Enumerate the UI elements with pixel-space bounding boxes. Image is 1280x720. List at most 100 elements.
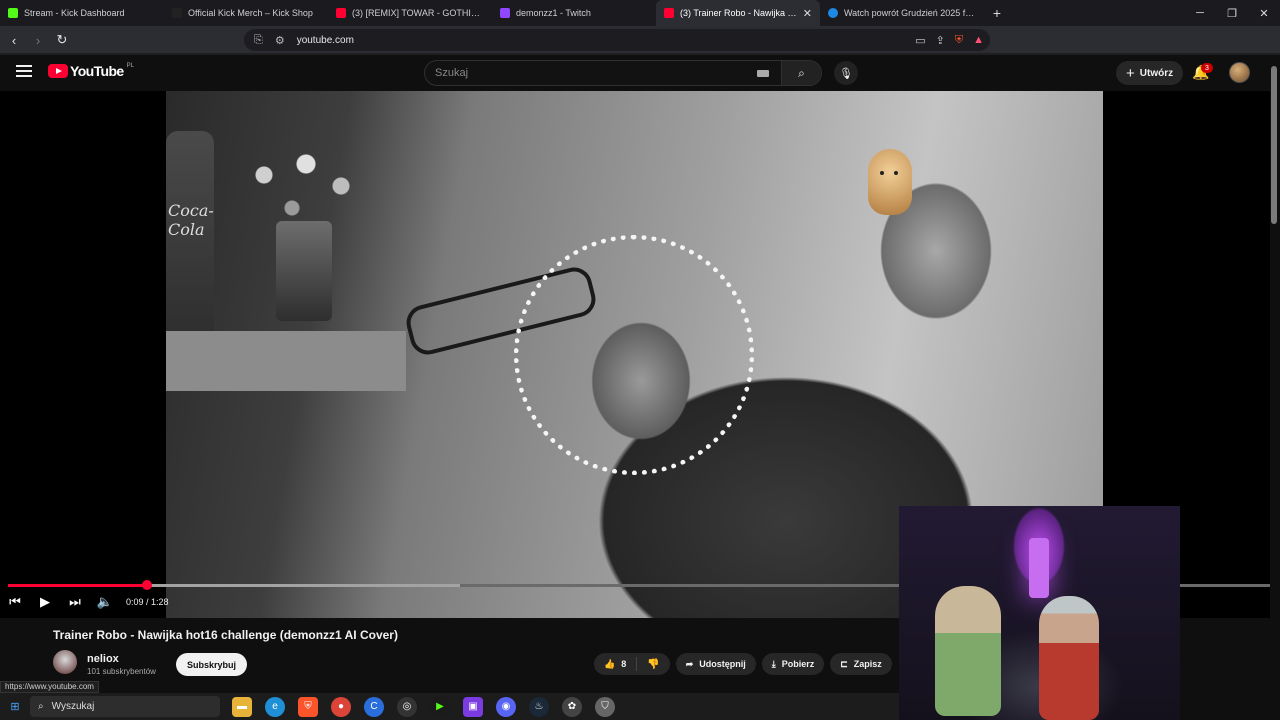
previous-icon[interactable]: ⏮ (0, 594, 30, 610)
back-icon[interactable]: ‹ (4, 30, 24, 50)
site-info-icon[interactable]: ⚙ (275, 34, 285, 47)
volume-icon[interactable]: 🔈 (90, 594, 120, 610)
like-button[interactable]: 👍 8 (594, 657, 638, 671)
app-icon[interactable]: ✿ (562, 696, 582, 717)
search-icon: ⌕ (798, 65, 805, 80)
taskbar-search-label: Wyszukaj (51, 701, 95, 712)
page-scrollbar[interactable] (1271, 66, 1277, 224)
kick-icon (8, 8, 18, 18)
brave-shield-icon[interactable]: ⛨ (955, 34, 963, 47)
steam-icon[interactable]: ♨ (529, 696, 549, 717)
tab-title: (3) [REMIX] TOWAR - GOTHIC REMIX (352, 8, 484, 18)
time-display: 0:09 / 1:28 (126, 597, 169, 607)
tab-kick-dashboard[interactable]: Stream - Kick Dashboard (0, 0, 164, 26)
restore-icon[interactable]: ❐ (1216, 0, 1248, 26)
create-button[interactable]: + Utwórz (1116, 61, 1184, 85)
vase (276, 221, 332, 321)
url-field[interactable]: ⎘ ⚙ youtube.com ▭ ⇪ ⛨ ▲ (244, 29, 990, 51)
edge-icon[interactable]: e (265, 696, 285, 717)
tab-youtube-remix[interactable]: (3) [REMIX] TOWAR - GOTHIC REMIX (328, 0, 492, 26)
file-explorer-icon[interactable]: ▬ (232, 696, 252, 717)
forward-icon[interactable]: › (28, 30, 48, 50)
like-dislike-group: 👍 8 👎 (594, 653, 670, 675)
logo-wordmark: YouTube (70, 63, 124, 79)
download-button[interactable]: ⤓ Pobierz (761, 653, 825, 675)
tab-title: Watch powrót Grudzień 2025 fifka | S (844, 8, 976, 18)
microphone-icon: 🎙 (839, 67, 853, 80)
youtube-play-icon (48, 64, 68, 78)
minimize-icon[interactable]: ─ (1184, 0, 1216, 26)
youtube-logo[interactable]: YouTube PL (48, 63, 134, 79)
next-icon[interactable]: ⏭ (60, 594, 90, 610)
discord-icon[interactable]: ◉ (496, 696, 516, 717)
save-button[interactable]: ⊏ Zapisz (830, 653, 892, 675)
keyboard-icon[interactable] (757, 69, 769, 77)
hamster-sticker (868, 149, 912, 215)
subscriber-count: 101 subskrybentów (87, 667, 156, 676)
tab-youtube-active[interactable]: (3) Trainer Robo - Nawijka hot16 ✕ (656, 0, 820, 26)
reload-icon[interactable]: ↻ (52, 30, 72, 50)
url-actions: ▭ ⇪ ⛨ ▲ (915, 29, 984, 51)
search-box: ⌕ (424, 60, 822, 86)
subscribe-button[interactable]: Subskrybuj (176, 653, 248, 676)
brave-rewards-icon[interactable]: ▲ (973, 34, 984, 46)
taskbar-search[interactable]: ⌕ Wyszukaj (30, 696, 220, 717)
bookmark-icon[interactable]: ⎘ (254, 34, 263, 47)
voice-search-button[interactable]: 🎙 (834, 61, 858, 85)
hamburger-menu-icon[interactable] (16, 65, 32, 77)
new-tab-button[interactable]: + (984, 0, 1010, 26)
search-input[interactable] (425, 67, 757, 79)
brave-icon[interactable]: ⛨ (298, 696, 318, 717)
tab-title: Official Kick Merch – Kick Shop (188, 8, 313, 18)
status-url: https://www.youtube.com (0, 681, 99, 693)
bookmark-save-icon: ⊏ (840, 658, 848, 669)
taskbar-apps: ▬ e ⛨ ● C ◎ ▶ ▣ ◉ ♨ ✿ ⛉ (232, 696, 615, 717)
kick-shop-icon (172, 8, 182, 18)
player-controls: ⏮ ▶ ⏭ 🔈 0:09 / 1:28 (0, 591, 169, 613)
purple-lamp (1029, 538, 1049, 598)
bottle-logo-text: Coca-Cola (168, 201, 214, 239)
close-window-icon[interactable]: ✕ (1248, 0, 1280, 26)
plus-icon: + (1126, 64, 1135, 82)
save-label: Zapisz (853, 659, 882, 669)
tab-title: demonzz1 - Twitch (516, 8, 591, 18)
played-bar (8, 584, 147, 587)
shield-app-icon[interactable]: ⛉ (595, 696, 615, 717)
tab-title: Stream - Kick Dashboard (24, 8, 125, 18)
twitch-icon (500, 8, 510, 18)
youtube-icon (336, 8, 346, 18)
address-bar: ‹ › ↻ ⎘ ⚙ youtube.com ▭ ⇪ ⛨ ▲ ✣ ▣ ♫ ◧ ▤ … (0, 26, 1280, 69)
scrubber-handle[interactable] (142, 580, 152, 590)
coca-cola-bottle: Coca-Cola (166, 131, 214, 361)
webcam-overlay (899, 506, 1180, 720)
thumbs-up-icon: 👍 (604, 658, 616, 669)
dislike-button[interactable]: 👎 (637, 659, 669, 670)
search-button[interactable]: ⌕ (781, 61, 821, 85)
tab-title: (3) Trainer Robo - Nawijka hot16 (680, 8, 797, 18)
channel-avatar[interactable] (53, 650, 77, 674)
streamer-left (935, 586, 1001, 716)
shelf (166, 331, 406, 391)
tab-kick-shop[interactable]: Official Kick Merch – Kick Shop (164, 0, 328, 26)
url-text: youtube.com (296, 34, 354, 46)
download-label: Pobierz (781, 659, 815, 669)
close-icon[interactable]: ✕ (803, 7, 812, 20)
chrome-icon[interactable]: ● (331, 696, 351, 717)
windows-start-icon[interactable]: ⊞ (0, 693, 30, 720)
obs-icon[interactable]: ◎ (397, 696, 417, 717)
ccleaner-icon[interactable]: C (364, 696, 384, 717)
cast-icon[interactable]: ▭ (915, 34, 925, 47)
window-controls: ─ ❐ ✕ (1184, 0, 1280, 26)
tab-twitch[interactable]: demonzz1 - Twitch (492, 0, 656, 26)
time-total: 1:28 (151, 597, 169, 607)
kick-app-icon[interactable]: ▶ (430, 696, 450, 717)
time-current: 0:09 (126, 597, 144, 607)
account-avatar[interactable] (1229, 62, 1250, 83)
play-icon[interactable]: ▶ (30, 594, 60, 610)
share-button[interactable]: ➦ Udostępnij (675, 653, 756, 675)
channel-name[interactable]: neliox (87, 653, 119, 665)
search-icon: ⌕ (38, 701, 44, 712)
twitch-app-icon[interactable]: ▣ (463, 696, 483, 717)
share-page-icon[interactable]: ⇪ (936, 34, 945, 47)
tab-watch-fifka[interactable]: Watch powrót Grudzień 2025 fifka | S (820, 0, 984, 26)
